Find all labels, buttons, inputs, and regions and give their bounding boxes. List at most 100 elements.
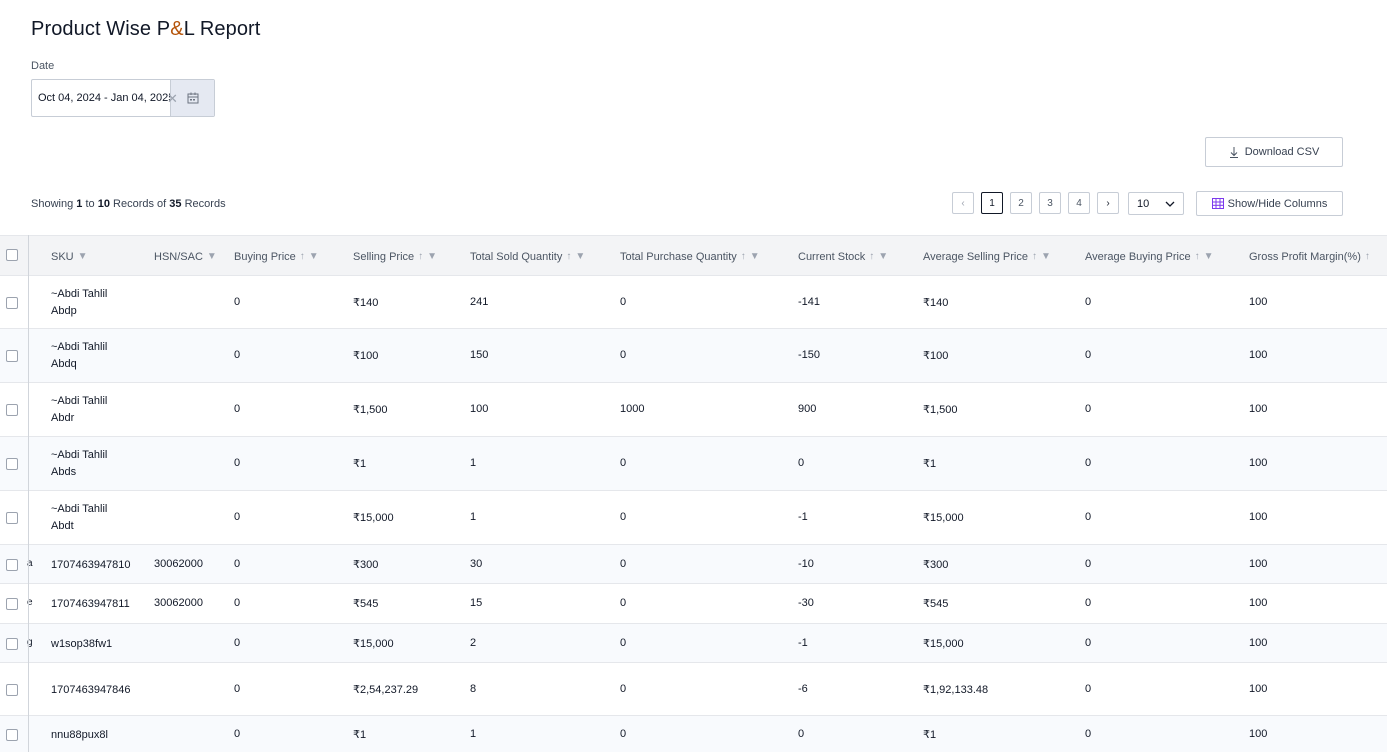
row-checkbox[interactable]	[6, 350, 18, 362]
avg-buy-cell: 0	[1085, 727, 1092, 740]
buying-cell: 0	[234, 682, 241, 695]
sort-arrow-icon[interactable]: ↑	[1032, 251, 1037, 262]
columns-grid-icon	[1211, 198, 1224, 209]
filter-icon[interactable]: ▼	[750, 251, 760, 262]
column-header-average-selling-price[interactable]: Average Selling Price ↑ ▼	[923, 236, 1051, 277]
gpm-cell: 100	[1249, 727, 1268, 740]
prev-page-button[interactable]: ‹	[952, 192, 974, 214]
selling-cell: ₹1	[353, 728, 367, 741]
sku-line-1: ~Abdi Tahlil	[51, 503, 108, 515]
filter-icon[interactable]: ▼	[427, 251, 437, 262]
column-header-buying-price[interactable]: Buying Price ↑ ▼	[234, 236, 319, 277]
filter-icon[interactable]: ▼	[207, 251, 217, 262]
sku-line-2: Abds	[51, 466, 77, 478]
row-checkbox[interactable]	[6, 728, 18, 741]
row-checkbox[interactable]	[6, 404, 18, 416]
page-size-select[interactable]: 10	[1128, 192, 1184, 215]
table-row[interactable]: ~Abdi Tahlil Abdr 0 ₹1,500 100 1000 900 ₹1,500 0…	[0, 383, 1387, 437]
select-all-checkbox[interactable]	[6, 249, 18, 261]
column-header-total-sold-quantity[interactable]: Total Sold Quantity ↑ ▼	[470, 236, 585, 277]
filter-icon[interactable]: ▼	[1204, 251, 1214, 262]
purchase-cell: 1000	[620, 403, 645, 415]
selling-cell: ₹545	[353, 598, 379, 610]
page-size-value: 10	[1137, 197, 1150, 210]
column-label: Average Buying Price	[1085, 250, 1191, 263]
column-header-sku[interactable]: SKU ▼	[51, 236, 88, 277]
avg-buy-cell: 0	[1085, 511, 1092, 523]
sort-arrow-icon[interactable]: ↑	[741, 251, 746, 262]
sku-cell: ~Abdi Tahlil Abdp	[51, 286, 107, 320]
column-header-total-purchase-quantity[interactable]: Total Purchase Quantity ↑ ▼	[620, 236, 760, 277]
sku-line-1: ~Abdi Tahlil	[51, 287, 108, 300]
stock-cell: 0	[798, 727, 805, 740]
download-icon	[1229, 146, 1238, 158]
records-from: 1	[76, 198, 83, 210]
date-range-input[interactable]	[32, 80, 170, 116]
column-label: Current Stock	[798, 250, 866, 263]
row-checkbox[interactable]	[6, 598, 18, 610]
page-button-4[interactable]: 4	[1068, 192, 1090, 214]
records-to: 10	[97, 198, 110, 210]
column-label: Average Selling Price	[923, 250, 1028, 263]
table-row[interactable]: ~Abdi Tahlil Abds 0 ₹1 1 0 0 ₹1 0 100	[0, 437, 1387, 491]
column-header-selling-price[interactable]: Selling Price ↑ ▼	[353, 236, 437, 277]
purchase-cell: 0	[620, 511, 627, 523]
page-button-3[interactable]: 3	[1039, 192, 1061, 214]
table-row[interactable]: nnu88pux8l 0 ₹1 1 0 0 ₹1 0 100	[0, 716, 1387, 752]
table-row[interactable]: 1707463947846 0 ₹2,54,237.29 8 0 -6 ₹1,92,133.…	[0, 663, 1387, 716]
show-hide-columns-button[interactable]: Show/Hide Columns	[1196, 191, 1343, 216]
column-header-gross-profit-margin[interactable]: Gross Profit Margin(%) ↑	[1249, 236, 1370, 277]
filter-icon[interactable]: ▼	[1041, 251, 1051, 262]
row-checkbox[interactable]	[6, 512, 18, 524]
table-row[interactable]: ~Abdi Tahlil Abdp 0 ₹140 241 0 -141 ₹140 0 100	[0, 276, 1387, 329]
table-row[interactable]: g w1sop38fw1 0 ₹15,000 2 0 -1 ₹15,000 0 100	[0, 624, 1387, 663]
stock-cell: 0	[798, 457, 805, 469]
gpm-cell: 100	[1249, 636, 1268, 649]
selling-cell: ₹1	[353, 458, 367, 470]
stock-cell: -6	[798, 682, 808, 695]
column-header-hsn[interactable]: HSN/SAC ▼	[154, 236, 217, 277]
download-csv-button[interactable]: Download CSV	[1205, 137, 1343, 167]
page-button-1[interactable]: 1	[981, 192, 1003, 214]
table-row[interactable]: ~Abdi Tahlil Abdt 0 ₹15,000 1 0 -1 ₹15,000 0 100	[0, 491, 1387, 545]
sort-arrow-icon[interactable]: ↑	[1195, 251, 1200, 262]
buying-cell: 0	[234, 727, 241, 740]
row-checkbox[interactable]	[6, 683, 18, 696]
column-header-average-buying-price[interactable]: Average Buying Price ↑ ▼	[1085, 236, 1214, 277]
sku-cell: ~Abdi Tahlil Abds	[51, 447, 107, 481]
selling-cell: ₹1,500	[353, 404, 388, 416]
sku-line-2: Abdt	[51, 520, 74, 532]
close-icon[interactable]: ✕	[167, 91, 178, 107]
sort-arrow-icon[interactable]: ↑	[418, 251, 423, 262]
show-hide-columns-label: Show/Hide Columns	[1227, 197, 1328, 210]
filter-icon[interactable]: ▼	[309, 251, 319, 262]
table-row[interactable]: e 1707463947811 30062000 0 ₹545 15 0 -30 ₹545 0 10…	[0, 584, 1387, 624]
avg-buy-cell: 0	[1085, 457, 1092, 469]
filter-icon[interactable]: ▼	[78, 251, 88, 262]
sku-line-1: ~Abdi Tahlil	[51, 449, 108, 461]
row-checkbox[interactable]	[6, 296, 18, 309]
row-checkbox[interactable]	[6, 558, 18, 571]
row-checkbox[interactable]	[6, 637, 18, 650]
pl-report-table: SKU ▼ HSN/SAC ▼ Buying Price ↑ ▼ Selling Pri…	[0, 235, 1387, 752]
sort-arrow-icon[interactable]: ↑	[300, 251, 305, 262]
sku-line-1: ~Abdi Tahlil	[51, 395, 108, 407]
table-row[interactable]: ~Abdi Tahlil Abdq 0 ₹100 150 0 -150 ₹100 0 100	[0, 329, 1387, 383]
avg-sell-cell: ₹140	[923, 296, 949, 309]
date-range-picker[interactable]: ✕	[31, 79, 215, 117]
sort-arrow-icon[interactable]: ↑	[869, 251, 874, 262]
page-title: Product Wise P&L Report	[31, 18, 260, 41]
sort-arrow-icon[interactable]: ↑	[566, 251, 571, 262]
records-word: Records	[113, 198, 154, 210]
column-label: HSN/SAC	[154, 250, 203, 263]
next-page-button[interactable]: ›	[1097, 192, 1119, 214]
avg-sell-cell: ₹15,000	[923, 637, 964, 650]
page-button-2[interactable]: 2	[1010, 192, 1032, 214]
column-header-current-stock[interactable]: Current Stock ↑ ▼	[798, 236, 888, 277]
sort-arrow-icon[interactable]: ↑	[1365, 251, 1370, 262]
filter-icon[interactable]: ▼	[575, 251, 585, 262]
stock-cell: -150	[798, 349, 821, 361]
row-checkbox[interactable]	[6, 458, 18, 470]
filter-icon[interactable]: ▼	[878, 251, 888, 262]
table-row[interactable]: a 1707463947810 30062000 0 ₹300 30 0 -10 ₹300 0 10…	[0, 545, 1387, 584]
